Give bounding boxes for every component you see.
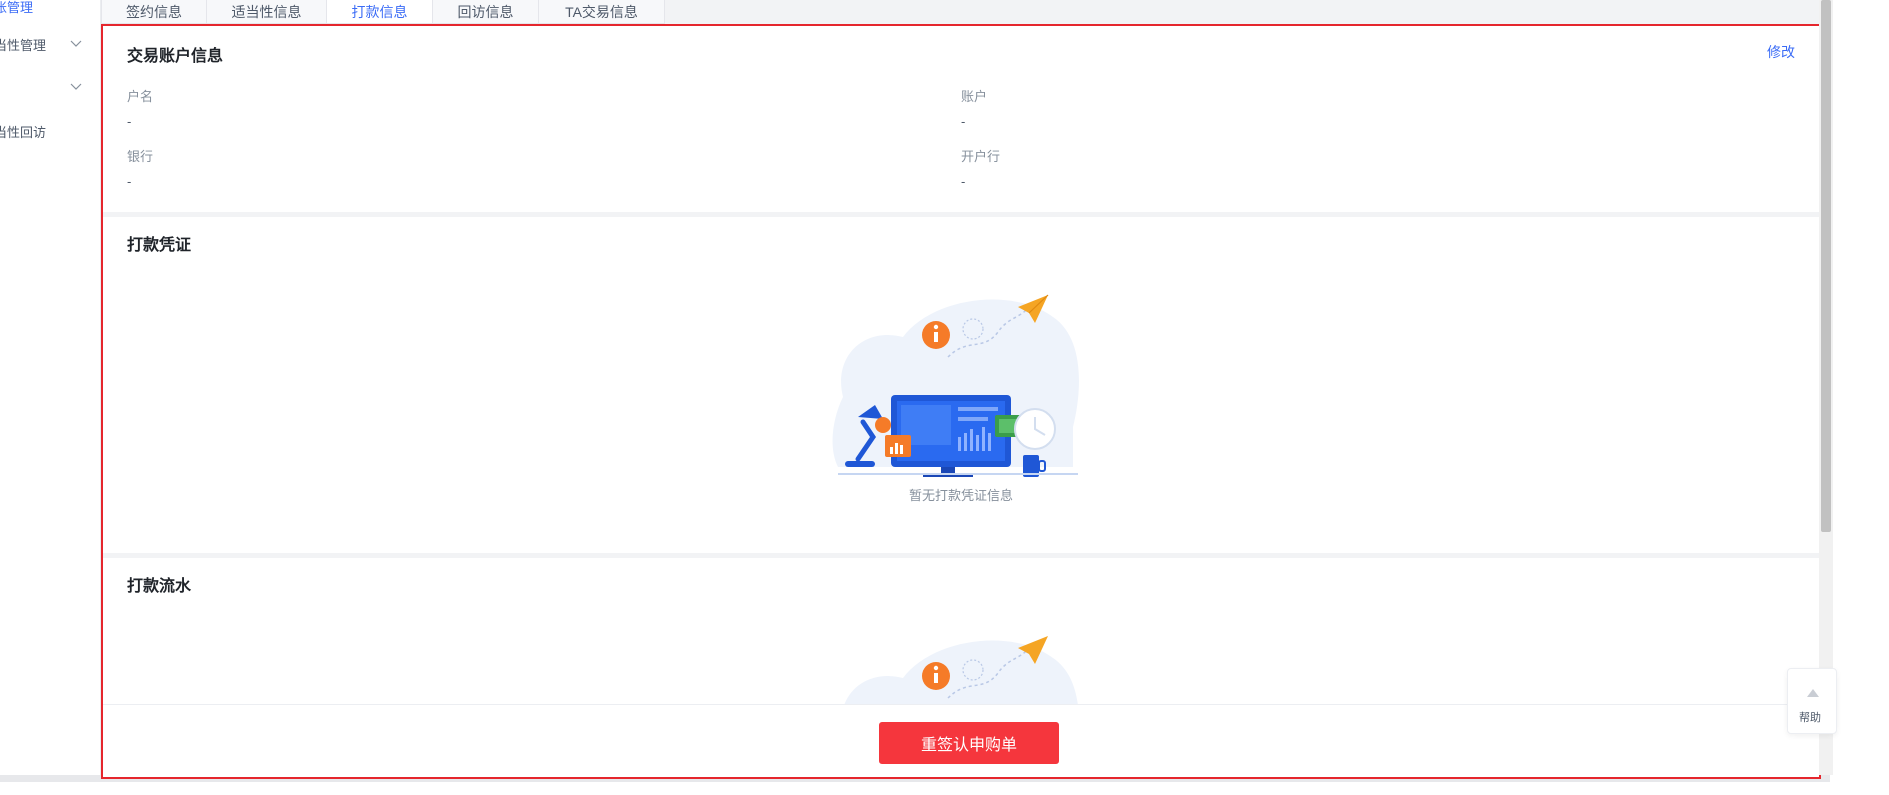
- tab-signing-info[interactable]: 签约信息: [101, 0, 207, 24]
- up-arrow-icon: [1807, 689, 1819, 697]
- sidebar-item-label: 当性回访: [0, 124, 47, 140]
- edit-link[interactable]: 修改: [1767, 42, 1795, 62]
- bank-label: 银行: [127, 149, 154, 164]
- section-title: 打款流水: [127, 578, 192, 595]
- chevron-down-icon: [70, 83, 82, 90]
- sidebar-item-suitability-revisit[interactable]: 当性回访: [0, 119, 101, 143]
- account-name-value: -: [127, 114, 132, 129]
- help-label: 帮助: [1799, 712, 1821, 724]
- branch-label: 开户行: [961, 149, 1001, 164]
- sidebar: 账管理 当性管理 当性回访: [0, 0, 101, 775]
- content-panel: 交易账户信息 修改 户名 - 账户 - 银行 - 开户行 - 打款凭证 暂无打款…: [101, 24, 1821, 779]
- account-section: 交易账户信息 修改 户名 - 账户 - 银行 - 开户行 -: [103, 26, 1819, 216]
- empty-state: [103, 277, 1819, 477]
- tab-suitability-info[interactable]: 适当性信息: [207, 0, 327, 24]
- section-title: 交易账户信息: [127, 48, 224, 65]
- tab-ta-transaction-info[interactable]: TA交易信息: [539, 0, 665, 24]
- sidebar-item-collapsed[interactable]: [0, 75, 101, 99]
- sidebar-item-label: 账管理: [0, 0, 34, 15]
- section-title: 打款凭证: [127, 237, 192, 254]
- footer-bar: 重签认申购单: [103, 704, 1819, 777]
- help-widget[interactable]: 帮助: [1787, 668, 1837, 734]
- empty-illustration: [832, 294, 1079, 477]
- tab-bar-background: [665, 0, 1821, 24]
- flow-section: 打款流水: [103, 558, 1819, 704]
- tab-payment-info[interactable]: 打款信息: [327, 0, 433, 24]
- empty-text: 暂无打款凭证信息: [908, 488, 1013, 503]
- scrollbar-thumb[interactable]: [1821, 0, 1831, 532]
- branch-value: -: [961, 174, 966, 189]
- chevron-down-icon: [70, 40, 82, 47]
- tab-bar: 签约信息 适当性信息 打款信息 回访信息 TA交易信息: [101, 0, 665, 24]
- voucher-section: 打款凭证 暂无打款凭证信息: [103, 217, 1819, 553]
- account-name-label: 户名: [127, 89, 154, 104]
- bank-value: -: [127, 174, 132, 189]
- sidebar-item-label: 当性管理: [0, 37, 47, 53]
- tab-revisit-info[interactable]: 回访信息: [433, 0, 539, 24]
- sidebar-item-suitability-management[interactable]: 当性管理: [0, 32, 101, 56]
- vertical-scrollbar[interactable]: [1819, 0, 1833, 775]
- resign-subscription-button[interactable]: 重签认申购单: [879, 722, 1059, 764]
- account-number-value: -: [961, 114, 966, 129]
- empty-illustration: [844, 636, 1078, 704]
- sidebar-item-account-management[interactable]: 账管理: [0, 0, 101, 18]
- account-number-label: 账户: [961, 89, 988, 104]
